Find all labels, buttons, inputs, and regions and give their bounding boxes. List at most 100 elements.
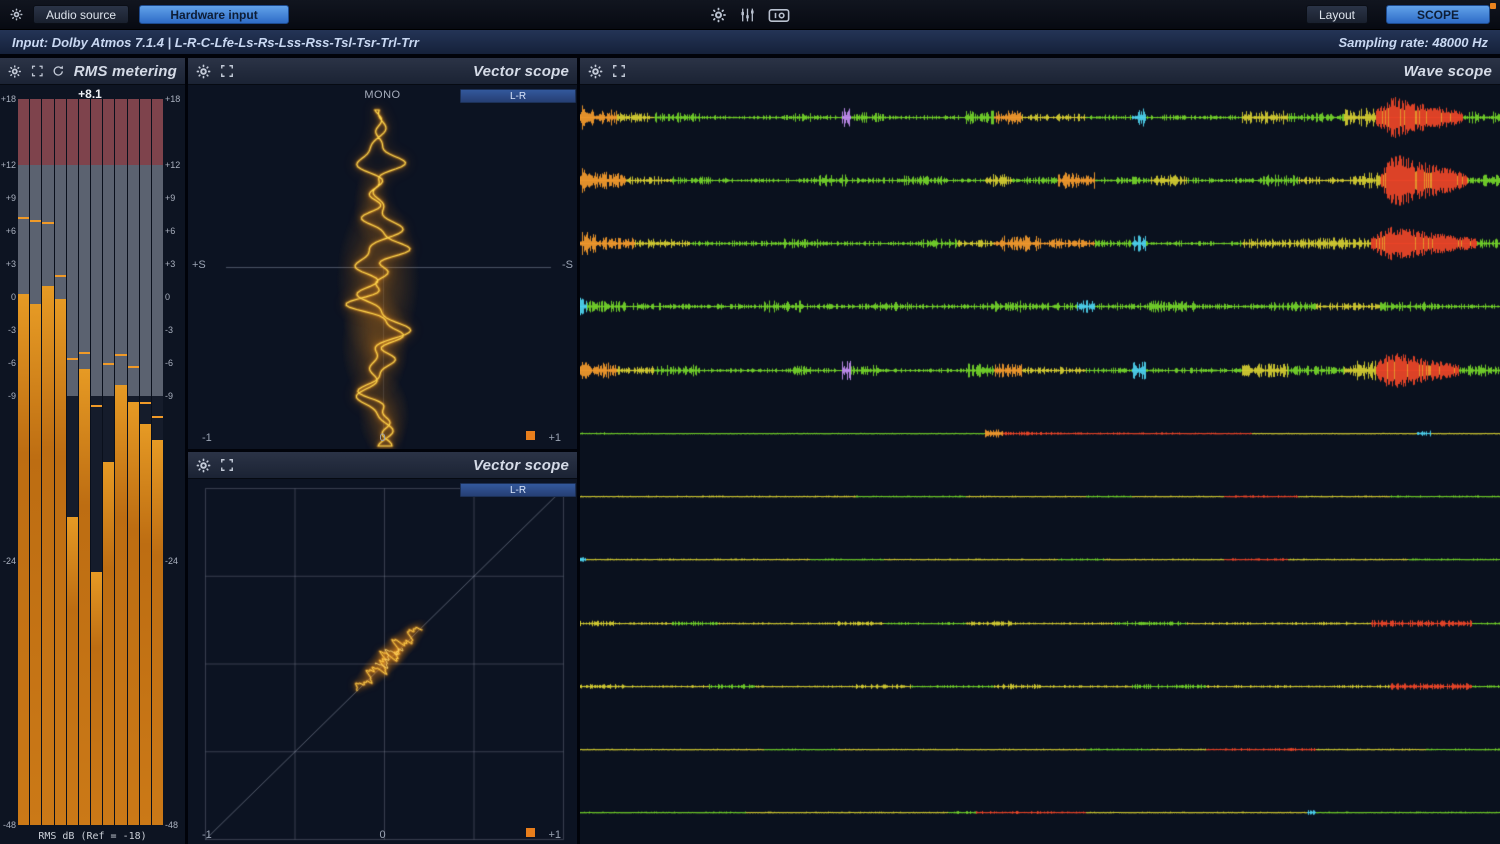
meter-peak-tick: [91, 405, 102, 407]
axis-label-plus-s: +S: [192, 259, 206, 271]
wave-panel-body: [580, 85, 1500, 844]
mode-select-button[interactable]: L-R: [460, 89, 576, 103]
meter-fill: [67, 517, 78, 825]
meter-peak-tick: [18, 217, 29, 219]
meter-fill: [152, 440, 163, 825]
wave-panel-header: Wave scope: [580, 58, 1500, 85]
db-scale-label: +18: [165, 95, 185, 104]
db-scale-label: 0: [0, 293, 16, 302]
db-scale-label: +6: [0, 227, 16, 236]
meter-peak-tick: [152, 416, 163, 418]
meter-channel-C: [42, 99, 53, 825]
db-scale-label: -3: [0, 326, 16, 335]
rms-panel-header: RMS metering: [0, 58, 185, 85]
meter-channel-Lfe: [55, 99, 66, 825]
gear-icon[interactable]: [196, 458, 211, 473]
hardware-input-button[interactable]: Hardware input: [139, 5, 289, 24]
meter-channel-Rss: [103, 99, 114, 825]
io-icon[interactable]: [769, 8, 790, 23]
expand-icon[interactable]: [612, 64, 626, 78]
meter-channel-Lss: [91, 99, 102, 825]
wave-scope-display: [580, 85, 1500, 844]
db-scale-label: -9: [165, 392, 185, 401]
x-axis-label: 0: [188, 829, 577, 841]
meter-channel-Tsl: [115, 99, 126, 825]
vector-bottom-body: L-R -1 0 +1: [188, 479, 577, 844]
vector-scope-display: [188, 479, 577, 844]
gear-icon[interactable]: [196, 64, 211, 79]
gear-icon[interactable]: [8, 64, 22, 79]
gear-icon[interactable]: [711, 7, 727, 23]
layout-button[interactable]: Layout: [1306, 5, 1368, 24]
expand-icon[interactable]: [220, 64, 234, 78]
sampling-rate-text: Sampling rate: 48000 Hz: [1338, 35, 1488, 50]
meter-fill: [140, 424, 151, 825]
meter-fill: [18, 294, 29, 825]
top-bar-right-group: Layout SCOPE: [1306, 5, 1490, 24]
axis-label-minus-s: -S: [562, 259, 573, 271]
meter-channel-Trl: [140, 99, 151, 825]
top-bar-left-group: Audio source Hardware input: [10, 5, 289, 24]
top-bar-center-group: [711, 0, 790, 30]
x-axis-label: +1: [548, 829, 561, 841]
reset-icon[interactable]: [52, 64, 65, 78]
vector-scope-panel-top: Vector scope MONO L-R +S -S -1 0 +1: [188, 58, 577, 449]
meter-channel-Trr: [152, 99, 163, 825]
gear-icon[interactable]: [588, 64, 603, 79]
faders-icon[interactable]: [740, 7, 756, 23]
meter-fill: [115, 385, 126, 825]
vector-top-body: MONO L-R +S -S -1 0 +1: [188, 85, 577, 449]
meter-peak-tick: [42, 222, 53, 224]
meter-peak-tick: [103, 363, 114, 365]
x-axis-label: 0: [188, 432, 577, 444]
db-scale-left: +18+12+9+6+30-3-6-9-24-48: [0, 99, 16, 825]
db-scale-label: -6: [0, 359, 16, 368]
meter-fill: [91, 572, 102, 825]
mode-select-button[interactable]: L-R: [460, 483, 576, 497]
db-scale-label: -24: [165, 557, 185, 566]
panel-title: RMS metering: [74, 63, 177, 80]
top-bar: Audio source Hardware input Layout SCOPE: [0, 0, 1500, 30]
correlation-indicator: [526, 431, 535, 440]
db-scale-label: +3: [0, 260, 16, 269]
audio-source-button[interactable]: Audio source: [33, 5, 129, 24]
meter-fill: [42, 286, 53, 825]
db-scale-label: +3: [165, 260, 185, 269]
db-scale-label: +9: [0, 194, 16, 203]
meter-fill: [128, 402, 139, 825]
db-scale-label: -24: [0, 557, 16, 566]
db-scale-label: -48: [0, 821, 16, 830]
db-scale-label: +18: [0, 95, 16, 104]
meter-fill: [30, 304, 41, 825]
meter-channel-L: [18, 99, 29, 825]
x-axis-label: +1: [548, 432, 561, 444]
meter-peak-tick: [79, 352, 90, 354]
expand-icon[interactable]: [31, 64, 44, 78]
db-scale-label: +9: [165, 194, 185, 203]
meter-channel-R: [30, 99, 41, 825]
vector-scope-display: [188, 85, 577, 449]
correlation-indicator: [526, 828, 535, 837]
meter-channel-Ls: [67, 99, 78, 825]
rms-metering-panel: RMS metering +8.1 +18+12+9+6+30-3-6-9-24…: [0, 58, 185, 844]
db-scale-label: -9: [0, 392, 16, 401]
meter-bars: [18, 99, 163, 825]
meter-channel-Tsr: [128, 99, 139, 825]
panel-title: Vector scope: [473, 63, 569, 80]
expand-icon[interactable]: [220, 458, 234, 472]
wave-scope-panel: Wave scope: [580, 58, 1500, 844]
meter-channel-Rs: [79, 99, 90, 825]
scope-button[interactable]: SCOPE: [1386, 5, 1490, 24]
db-scale-label: -48: [165, 821, 185, 830]
panel-title: Vector scope: [473, 457, 569, 474]
db-scale-label: +12: [165, 161, 185, 170]
meter-peak-tick: [140, 402, 151, 404]
status-indicator: [1490, 3, 1496, 9]
meter-fill: [103, 462, 114, 825]
vector-top-header: Vector scope: [188, 58, 577, 85]
meter-fill: [79, 369, 90, 826]
meter-footer-label: RMS dB (Ref = -18): [0, 831, 185, 842]
meter-peak-tick: [30, 220, 41, 222]
rms-panel-body: +8.1 +18+12+9+6+30-3-6-9-24-48 +18+12+9+…: [0, 85, 185, 844]
settings-icon[interactable]: [10, 8, 23, 21]
